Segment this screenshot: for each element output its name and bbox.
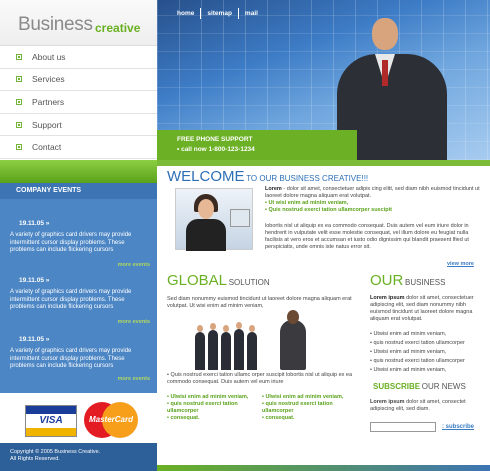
list-item: • consequat. xyxy=(167,415,200,421)
global-p2: • Quis nostrud exerci tation ullamc orpe… xyxy=(167,372,353,385)
business-team-photo xyxy=(195,310,315,370)
welcome-bullet-2: • Quis nostrud exerci tation ullamcorper… xyxy=(265,207,392,213)
event-date: 19.11.05 » xyxy=(19,336,50,343)
bullet-square-icon xyxy=(16,121,22,128)
nav-sitemap[interactable]: sitemap xyxy=(201,8,239,19)
welcome-small: TO OUR BUSINESS CREATIVE!!! xyxy=(246,174,369,183)
bullet-square-icon xyxy=(16,144,22,151)
event-date: 19.11.05 » xyxy=(19,277,50,284)
main-content: WELCOME TO OUR BUSINESS CREATIVE!!! Lore… xyxy=(157,160,490,443)
mastercard-logo: MasterCard xyxy=(84,402,138,438)
menu-item-services[interactable]: Services xyxy=(0,68,157,92)
list-item: • consequat. xyxy=(262,415,295,421)
logo-word-business: Business xyxy=(18,14,93,35)
menu-item-contact[interactable]: Contact xyxy=(0,136,157,159)
event-text: A variety of graphics card drivers may p… xyxy=(10,232,132,253)
our-lead: Lorem ipsum xyxy=(370,295,405,301)
nav-mail[interactable]: mail xyxy=(239,8,264,19)
list-item: • quis nostrud exerci tation ullamcorper xyxy=(262,401,333,414)
global-heading: GLOBAL SOLUTION xyxy=(167,272,270,289)
more-events-link[interactable]: more events xyxy=(118,319,150,325)
bullet-square-icon xyxy=(16,53,22,60)
hero-banner: home sitemap mail FREE PHONE SUPPORT • c… xyxy=(157,0,490,160)
subscribe-small: OUR NEWS xyxy=(421,382,466,391)
event-item: 19.11.05 » A variety of graphics card dr… xyxy=(10,220,150,268)
welcome-p2: lobortis nisl ut aliquip ex ea commodo c… xyxy=(265,223,469,250)
menu-item-label: Services xyxy=(32,74,65,85)
event-date: 19.11.05 » xyxy=(19,220,50,227)
global-list-right: • Ulwisi enim ad minim veniam, • quis no… xyxy=(262,394,357,422)
list-item: • quis nostrud exerci tation ullamcorper xyxy=(370,358,465,364)
welcome-text: Lorem - dolor sit amet, consectetuer adi… xyxy=(265,186,483,251)
footer-gradient-bar xyxy=(157,465,490,471)
footer-bar-area xyxy=(157,443,490,471)
our-business-text: Lorem ipsum dolor sit amet, consectetuer… xyxy=(370,295,485,323)
list-item: • Utwisi enim ad minim veniam, xyxy=(370,331,447,337)
menu-item-label: Contact xyxy=(32,142,62,153)
global-small: SOLUTION xyxy=(228,278,270,287)
event-item: 19.11.05 » A variety of graphics card dr… xyxy=(10,336,150,382)
welcome-p1: - dolor sit amet, consectetuer adipis ci… xyxy=(265,186,480,199)
phone-support-box: FREE PHONE SUPPORT • call now 1-800-123-… xyxy=(157,130,357,160)
bullet-square-icon xyxy=(16,98,22,105)
menu-item-label: About us xyxy=(32,51,66,62)
visa-card-logo: VISA xyxy=(25,405,77,437)
support-operator-photo xyxy=(175,188,253,251)
subscribe-big: SUBSCRIBE xyxy=(373,382,421,391)
menu-item-partners[interactable]: Partners xyxy=(0,91,157,114)
phone-number: • call now 1-800-123-1234 xyxy=(177,146,255,153)
view-more-link[interactable]: view more xyxy=(447,261,474,267)
our-small: BUSINESS xyxy=(405,278,446,287)
payment-cards: VISA MasterCard xyxy=(0,393,157,443)
copyright: Copyright © 2005 Business Creative. All … xyxy=(0,443,157,471)
green-top-bar xyxy=(157,160,490,166)
top-nav: home sitemap mail xyxy=(171,8,264,19)
logo-word-creative: creative xyxy=(95,21,141,35)
our-big: OUR xyxy=(370,272,404,289)
menu-item-support[interactable]: Support xyxy=(0,113,157,137)
phone-support-label: FREE PHONE SUPPORT xyxy=(177,136,253,143)
welcome-lead: Lorem xyxy=(265,186,282,192)
subscribe-heading: SUBSCRIBE OUR NEWS xyxy=(373,382,466,391)
menu-item-label: Partners xyxy=(32,96,65,107)
subscribe-email-input[interactable] xyxy=(370,422,436,432)
copyright-line-2: All Rights Reserved. xyxy=(10,456,60,462)
event-text: A variety of graphics card drivers may p… xyxy=(10,348,132,369)
visa-label: VISA xyxy=(26,414,76,428)
our-business-heading: OUR BUSINESS xyxy=(370,272,445,289)
welcome-heading: WELCOME TO OUR BUSINESS CREATIVE!!! xyxy=(167,168,368,185)
welcome-big: WELCOME xyxy=(167,168,245,185)
menu-item-label: Support xyxy=(32,119,62,130)
event-item: 19.11.05 » A variety of graphics card dr… xyxy=(10,277,150,325)
list-item: • Utwisi enim ad minim veniam, xyxy=(370,367,447,373)
event-text: A variety of graphics card drivers may p… xyxy=(10,289,132,310)
list-item: • quis nostrud exerci tation ullamcorper xyxy=(370,340,465,346)
copyright-line-1: Copyright © 2005 Business Creative. xyxy=(10,449,101,455)
our-business-list: • Utwisi enim ad minim veniam, • quis no… xyxy=(370,330,485,375)
menu-item-about-us[interactable]: About us xyxy=(0,46,157,69)
mastercard-label: MasterCard xyxy=(88,415,133,424)
main-menu: About us Services Partners Support Conta… xyxy=(0,46,157,159)
subscribe-text: Lorem ipsum dolor sit amet, consectet ad… xyxy=(370,399,485,413)
list-item: • Utwisi enim ad minim veniam, xyxy=(370,349,447,355)
list-item: • quis nostrud exerci tation ullamcorper xyxy=(167,401,238,414)
list-item: • Ulwisi enim ad minim veniam, xyxy=(262,394,344,400)
nav-home[interactable]: home xyxy=(171,8,202,19)
events-title: COMPANY EVENTS xyxy=(0,183,157,199)
green-divider xyxy=(0,160,157,183)
list-item: • Ulwisi enim ad minim veniam, xyxy=(167,394,249,400)
global-big: GLOBAL xyxy=(167,272,228,289)
left-column: Business creative About us Services Part… xyxy=(0,0,157,471)
subscribe-button[interactable]: : subscribe xyxy=(442,424,474,430)
more-events-link[interactable]: more events xyxy=(118,262,150,268)
global-list-left: • Ulwisi enim ad minim veniam, • quis no… xyxy=(167,394,257,422)
global-p1: Sed diam nonummy euismod tincidunt ut la… xyxy=(167,296,352,309)
welcome-bullet-1: • Ut wisi enim ad minim veniam, xyxy=(265,200,349,206)
more-events-link[interactable]: more events xyxy=(118,376,150,382)
company-events-panel: COMPANY EVENTS 19.11.05 » A variety of g… xyxy=(0,183,157,393)
subscribe-lead: Lorem ipsum xyxy=(370,399,405,405)
logo[interactable]: Business creative xyxy=(0,0,157,46)
bullet-square-icon xyxy=(16,76,22,83)
